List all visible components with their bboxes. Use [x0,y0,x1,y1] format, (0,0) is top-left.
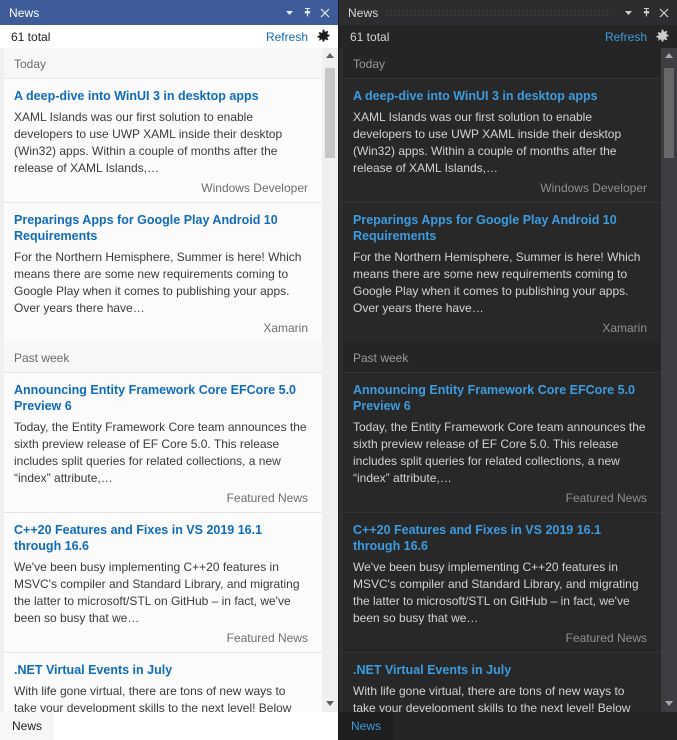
news-card-title[interactable]: Preparings Apps for Google Play Android … [14,212,308,244]
news-card[interactable]: .NET Virtual Events in July With life go… [343,652,661,712]
feed-region: Today A deep-dive into WinUI 3 in deskto… [0,48,338,712]
tab-news-label: News [351,719,382,733]
drag-grip [386,7,611,18]
news-card-title[interactable]: C++20 Features and Fixes in VS 2019 16.1… [353,522,647,554]
triangle-down-icon[interactable] [661,696,677,712]
news-card[interactable]: Announcing Entity Framework Core EFCore … [343,372,661,512]
scrollbar-thumb[interactable] [664,68,674,158]
news-card-title[interactable]: A deep-dive into WinUI 3 in desktop apps [14,88,308,104]
title-bar: News [339,0,677,25]
scrollbar-thumb[interactable] [325,68,335,158]
news-card[interactable]: A deep-dive into WinUI 3 in desktop apps… [343,78,661,202]
news-tool-window-dark: News 61 total Refresh Today A deep-dive … [338,0,677,740]
news-card[interactable]: Preparings Apps for Google Play Android … [4,202,322,342]
news-feed-list[interactable]: Today A deep-dive into WinUI 3 in deskto… [339,48,661,712]
news-card-summary: Today, the Entity Framework Core team an… [14,420,307,485]
news-card-summary: We've been busy implementing C++20 featu… [353,560,639,625]
refresh-button[interactable]: Refresh [266,30,308,44]
news-card-title[interactable]: Announcing Entity Framework Core EFCore … [14,382,308,414]
tab-strip: News [339,712,677,740]
vertical-scrollbar[interactable] [661,48,677,712]
title-bar: News [0,0,338,25]
gear-icon[interactable] [314,28,332,46]
feed-region: Today A deep-dive into WinUI 3 in deskto… [339,48,677,712]
news-card-source: Xamarin [263,321,308,335]
section-header-today: Today [343,48,661,78]
tab-news-label: News [12,719,43,733]
refresh-button[interactable]: Refresh [605,30,647,44]
news-card-summary: We've been busy implementing C++20 featu… [14,560,300,625]
news-feed-list[interactable]: Today A deep-dive into WinUI 3 in deskto… [0,48,322,712]
gear-icon[interactable] [653,28,671,46]
news-card-title[interactable]: .NET Virtual Events in July [353,662,647,678]
title-bar-buttons [619,3,673,23]
news-card-summary: For the Northern Hemisphere, Summer is h… [353,250,641,315]
toolbar: 61 total Refresh [339,25,677,48]
news-card-summary: With life gone virtual, there are tons o… [353,684,631,712]
screenshot-root: News 61 total Refresh Today A deep-dive … [0,0,677,740]
news-card[interactable]: C++20 Features and Fixes in VS 2019 16.1… [4,512,322,652]
item-count-label: 61 total [350,29,390,44]
news-card-source: Featured News [226,491,308,505]
pin-icon[interactable] [637,3,655,23]
news-tool-window-light: News 61 total Refresh Today A deep-dive … [0,0,338,740]
item-count-label: 61 total [11,29,51,44]
close-icon[interactable] [316,3,334,23]
news-card-source: Windows Developer [540,181,647,195]
news-card-title[interactable]: C++20 Features and Fixes in VS 2019 16.1… [14,522,308,554]
section-header-today: Today [4,48,322,78]
news-card-source: Featured News [565,491,647,505]
title-bar-buttons [280,3,334,23]
news-card[interactable]: A deep-dive into WinUI 3 in desktop apps… [4,78,322,202]
news-card-title[interactable]: A deep-dive into WinUI 3 in desktop apps [353,88,647,104]
news-card[interactable]: Announcing Entity Framework Core EFCore … [4,372,322,512]
news-card-summary: XAML Islands was our first solution to e… [353,110,622,175]
triangle-up-icon[interactable] [661,48,677,64]
news-card-source: Featured News [226,631,308,645]
news-card-summary: For the Northern Hemisphere, Summer is h… [14,250,302,315]
section-header-past-week: Past week [4,342,322,372]
toolbar: 61 total Refresh [0,25,338,48]
news-card-source: Xamarin [602,321,647,335]
news-card-title[interactable]: Announcing Entity Framework Core EFCore … [353,382,647,414]
window-title: News [9,5,40,20]
news-card[interactable]: C++20 Features and Fixes in VS 2019 16.1… [343,512,661,652]
window-title: News [348,5,379,20]
tab-news[interactable]: News [0,712,55,740]
chevron-down-icon[interactable] [619,3,637,23]
section-header-past-week: Past week [343,342,661,372]
close-icon[interactable] [655,3,673,23]
scrollbar-track[interactable] [661,64,677,696]
vertical-scrollbar[interactable] [322,48,338,712]
news-card-summary: Today, the Entity Framework Core team an… [353,420,646,485]
news-card-title[interactable]: Preparings Apps for Google Play Android … [353,212,647,244]
tab-news[interactable]: News [339,712,394,740]
scrollbar-track[interactable] [322,64,338,696]
chevron-down-icon[interactable] [280,3,298,23]
news-card[interactable]: .NET Virtual Events in July With life go… [4,652,322,712]
drag-grip [47,8,272,18]
news-card-source: Windows Developer [201,181,308,195]
triangle-up-icon[interactable] [322,48,338,64]
tab-strip: News [0,712,338,740]
news-card[interactable]: Preparings Apps for Google Play Android … [343,202,661,342]
triangle-down-icon[interactable] [322,696,338,712]
news-card-title[interactable]: .NET Virtual Events in July [14,662,308,678]
news-card-summary: With life gone virtual, there are tons o… [14,684,292,712]
pin-icon[interactable] [298,3,316,23]
news-card-summary: XAML Islands was our first solution to e… [14,110,283,175]
news-card-source: Featured News [565,631,647,645]
